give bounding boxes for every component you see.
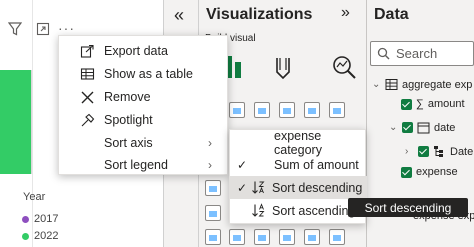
submenu-item-label: Sort ascending <box>272 203 356 218</box>
checkmark-icon: ✓ <box>237 180 248 195</box>
visual-border <box>32 0 33 247</box>
table-icon <box>385 79 398 90</box>
export-icon <box>80 44 94 58</box>
sort-descending-icon <box>252 181 265 194</box>
menu-item-label: Sort axis <box>104 136 153 150</box>
visualizations-title: Visualizations <box>206 6 313 23</box>
chevron-down-icon[interactable]: ⌄ <box>372 79 381 90</box>
more-options-icon[interactable]: ··· <box>58 20 75 36</box>
tree-label: amount <box>427 98 465 110</box>
menu-item-label: Remove <box>104 90 151 104</box>
tree-field-row[interactable]: expense <box>401 166 458 178</box>
menu-item-sort-legend[interactable]: Sort legend › <box>59 154 229 176</box>
filter-icon[interactable] <box>8 22 22 36</box>
viz-type-tile[interactable] <box>329 229 345 245</box>
tree-label: aggregate exp <box>402 78 473 91</box>
menu-item-spotlight[interactable]: Spotlight <box>59 109 229 131</box>
chevron-right-icon: › <box>208 158 212 172</box>
field-checkbox[interactable] <box>418 146 429 157</box>
tooltip: Sort descending <box>348 198 468 217</box>
viz-type-tile[interactable] <box>229 229 245 245</box>
visual-context-menu: Export data Show as a table Remove Spotl… <box>58 35 228 175</box>
submenu-item-sum-of-amount[interactable]: ✓ Sum of amount <box>230 153 367 176</box>
expand-icon[interactable]: » <box>341 4 350 22</box>
collapse-icon[interactable]: « <box>174 5 184 26</box>
sort-axis-submenu: expense category ✓ Sum of amount ✓ Sort … <box>229 129 367 224</box>
menu-item-label: Export data <box>104 44 168 58</box>
chevron-right-icon[interactable]: › <box>405 146 414 157</box>
spotlight-icon <box>81 113 95 127</box>
viz-type-tile[interactable] <box>254 102 270 118</box>
legend-dot <box>22 215 29 223</box>
sort-ascending-icon <box>252 203 265 217</box>
data-title: Data <box>374 6 409 23</box>
viz-type-tile[interactable] <box>329 102 345 118</box>
legend-dot <box>22 232 29 240</box>
viz-type-tile[interactable] <box>304 229 320 245</box>
legend-item[interactable]: 2017 <box>22 213 58 225</box>
close-icon <box>81 91 94 104</box>
submenu-item-sort-ascending[interactable]: Sort ascending <box>230 199 367 222</box>
calendar-icon <box>417 122 430 134</box>
search-placeholder: Search <box>396 46 438 61</box>
analytics-icon[interactable] <box>329 52 359 82</box>
chevron-right-icon: › <box>208 136 212 150</box>
legend-item[interactable]: 2022 <box>22 230 58 242</box>
checkmark-icon: ✓ <box>237 157 248 172</box>
field-checkbox[interactable] <box>401 166 412 178</box>
hierarchy-icon <box>434 146 443 157</box>
viz-type-tile[interactable] <box>205 229 221 245</box>
legend-title: Year <box>23 191 46 203</box>
viz-type-tile[interactable] <box>254 229 270 245</box>
menu-item-show-as-table[interactable]: Show as a table <box>59 63 229 85</box>
tree-table-row[interactable]: ⌄ aggregate exp <box>372 78 472 91</box>
menu-item-sort-axis[interactable]: Sort axis › <box>59 132 229 154</box>
viz-type-tile[interactable] <box>279 102 295 118</box>
submenu-item-sort-descending[interactable]: ✓ Sort descending <box>230 176 367 199</box>
viz-type-tile[interactable] <box>229 102 245 118</box>
submenu-item-expense-category[interactable]: expense category <box>230 129 367 157</box>
sigma-icon: ∑ <box>416 98 424 110</box>
viz-type-tile[interactable] <box>304 102 320 118</box>
chart-bar[interactable] <box>0 70 32 174</box>
field-checkbox[interactable] <box>401 98 412 110</box>
menu-item-remove[interactable]: Remove <box>59 86 229 108</box>
menu-item-label: Sort legend <box>104 158 168 172</box>
viz-type-tile[interactable] <box>205 180 221 196</box>
menu-item-label: Spotlight <box>104 113 153 127</box>
tree-field-row[interactable]: ⌄ date <box>389 121 455 134</box>
menu-item-export-data[interactable]: Export data <box>59 40 229 62</box>
data-search-input[interactable]: Search <box>370 41 474 66</box>
legend-label: 2017 <box>34 213 59 225</box>
field-checkbox[interactable] <box>402 122 413 133</box>
format-visual-icon[interactable] <box>269 52 299 82</box>
tree-label: date <box>434 121 456 134</box>
search-icon <box>377 47 390 60</box>
submenu-item-label: Sort descending <box>272 180 363 195</box>
table-icon <box>80 68 95 80</box>
viz-type-tile[interactable] <box>205 205 221 221</box>
focus-mode-icon[interactable] <box>36 22 50 36</box>
tree-field-row[interactable]: › Date <box>405 145 473 158</box>
tree-label: Date <box>450 145 474 158</box>
legend-label: 2022 <box>34 230 59 242</box>
submenu-item-label: Sum of amount <box>274 157 359 172</box>
chevron-down-icon[interactable]: ⌄ <box>389 122 398 133</box>
tree-label: expense <box>416 166 458 178</box>
viz-type-tile[interactable] <box>279 229 295 245</box>
tree-field-row[interactable]: ∑ amount <box>401 98 465 110</box>
menu-item-label: Show as a table <box>104 67 193 81</box>
